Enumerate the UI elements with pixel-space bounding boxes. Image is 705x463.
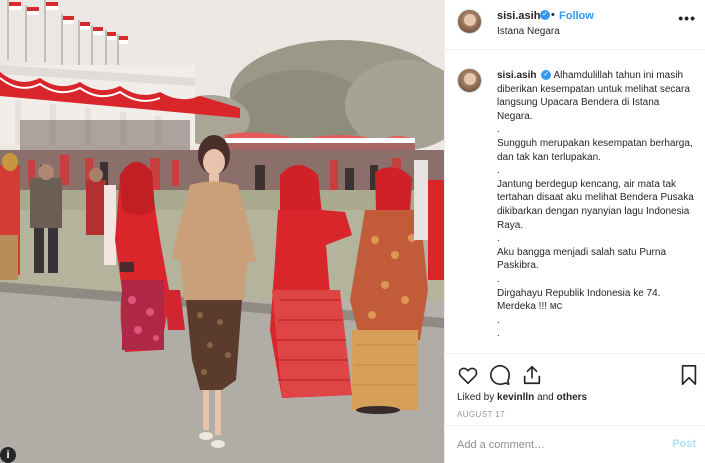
post-sidebar: sisi.asih ✓ • Follow Istana Negara ••• s…	[444, 0, 705, 463]
likes-user-link[interactable]: kevinlln	[497, 392, 534, 403]
caption-text: sisi.asih ✓ Alhamdulillah tahun ini masi…	[497, 69, 697, 341]
mc-emoji-icon: MC	[549, 302, 563, 312]
caption-line: .	[497, 165, 500, 177]
dot-separator: •	[551, 9, 555, 21]
likes-others-link[interactable]: others	[557, 392, 588, 403]
caption-line: .	[497, 233, 500, 245]
comment-input[interactable]	[457, 436, 657, 454]
photo-info-icon[interactable]: i	[0, 447, 16, 463]
likes-prefix: Liked by	[457, 392, 495, 403]
header-username[interactable]: sisi.asih	[497, 10, 540, 22]
more-options-icon[interactable]: •••	[678, 10, 696, 26]
caption-line: Jantung berdegup kencang, air mata tak t…	[497, 178, 694, 231]
comment-icon[interactable]	[489, 364, 511, 386]
caption-line: Aku bangga menjadi salah satu Purna Pask…	[497, 246, 667, 272]
post-header: sisi.asih ✓ • Follow Istana Negara •••	[445, 0, 705, 50]
post-date[interactable]: AUGUST 17	[457, 410, 505, 419]
likes-summary: Liked by kevinlln and others	[457, 392, 587, 403]
follow-button[interactable]: Follow	[559, 10, 594, 22]
verified-badge-icon: ✓	[540, 10, 550, 20]
caption-avatar[interactable]	[457, 68, 482, 93]
bookmark-icon[interactable]	[678, 364, 700, 386]
likes-and: and	[537, 392, 554, 403]
comment-form: Post	[445, 425, 705, 463]
heart-icon[interactable]	[457, 364, 479, 386]
location-link[interactable]: Istana Negara	[497, 26, 560, 37]
caption-line: Sungguh merupakan kesempatan berharga, d…	[497, 137, 693, 163]
photo-scene	[0, 0, 444, 463]
share-icon[interactable]	[521, 364, 543, 386]
caption-line: Dirgahayu Republik Indonesia ke 74. Merd…	[497, 287, 661, 313]
caption-username[interactable]: sisi.asih	[497, 70, 536, 81]
post-comment-button[interactable]: Post	[672, 438, 696, 450]
caption-line: .	[497, 314, 500, 326]
post-photo[interactable]: i	[0, 0, 444, 463]
caption-line: .	[497, 273, 500, 285]
avatar[interactable]	[457, 9, 482, 34]
caption-area: sisi.asih ✓ Alhamdulillah tahun ini masi…	[445, 51, 705, 353]
caption-line: .	[497, 328, 500, 340]
caption-line: .	[497, 124, 500, 136]
caption-verified-badge-icon: ✓	[541, 70, 552, 81]
post-actions: Liked by kevinlln and others AUGUST 17	[445, 353, 705, 425]
